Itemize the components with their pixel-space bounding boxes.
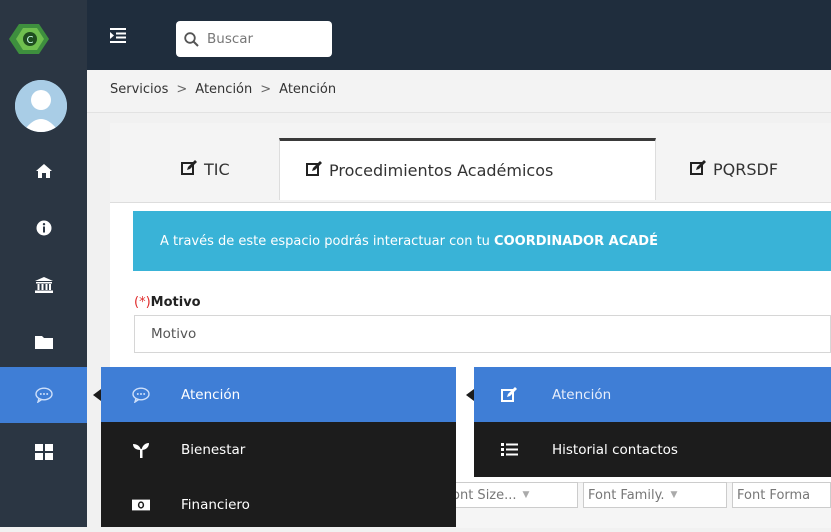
- alert-text: A través de este espacio podrás interact…: [160, 233, 495, 249]
- menu-item-label: Historial contactos: [552, 441, 678, 458]
- sidebar-item-folder[interactable]: [0, 313, 87, 370]
- sidebar-item-info[interactable]: [0, 199, 87, 256]
- dropdown-caret-icon: ▼: [522, 490, 530, 500]
- menu-toggle-icon[interactable]: [109, 26, 127, 44]
- edit-icon: [690, 160, 707, 179]
- folder-icon: [34, 335, 53, 349]
- sidebar-flyout-menu: Atención Bienestar Financiero: [93, 367, 456, 527]
- chat-icon: [132, 386, 150, 403]
- info-alert: A través de este espacio podrás interact…: [133, 211, 831, 271]
- breadcrumb-separator: >: [260, 82, 272, 97]
- sidebar-item-chat[interactable]: [0, 367, 87, 423]
- motivo-placeholder: Motivo: [151, 326, 197, 342]
- sprout-icon: [132, 442, 150, 458]
- motivo-field[interactable]: Motivo: [134, 315, 831, 353]
- edit-icon: [181, 160, 198, 179]
- list-icon: [500, 442, 518, 457]
- avatar[interactable]: [15, 80, 67, 132]
- info-icon: [36, 220, 52, 236]
- dropdown-caret-icon: ▼: [670, 490, 678, 500]
- money-icon: [132, 498, 150, 512]
- font-family-select[interactable]: Font Family. ▼: [583, 482, 727, 508]
- menu-item-label: Financiero: [181, 496, 250, 513]
- motivo-label: (*)Motivo: [134, 295, 201, 310]
- required-mark: (*): [134, 295, 151, 310]
- menu-item-atencion[interactable]: Atención: [101, 367, 456, 422]
- tab-tic[interactable]: TIC: [181, 138, 230, 201]
- flyout-arrow: [93, 389, 101, 401]
- menu-item-historial-contactos[interactable]: Historial contactos: [474, 422, 831, 477]
- chat-icon: [34, 387, 53, 403]
- search-icon: [184, 31, 199, 47]
- edit-icon: [306, 161, 323, 180]
- tab-label: PQRSDF: [713, 160, 779, 179]
- menu-item-bienestar[interactable]: Bienestar: [101, 422, 456, 477]
- tab-pqrsdf[interactable]: PQRSDF: [690, 138, 778, 201]
- sidebar-item-institution[interactable]: [0, 256, 87, 313]
- breadcrumb-item[interactable]: Servicios: [110, 82, 168, 97]
- sidebar: C: [0, 0, 87, 527]
- motivo-label-text: Motivo: [150, 295, 201, 310]
- edit-icon: [500, 387, 518, 402]
- svg-text:C: C: [27, 35, 34, 46]
- search-placeholder: Buscar: [207, 31, 254, 47]
- atencion-flyout-menu: Atención Historial contactos: [466, 367, 831, 477]
- menu-item-label: Bienestar: [181, 441, 246, 458]
- breadcrumb: Servicios > Atención > Atención: [110, 82, 336, 97]
- menu-item-financiero[interactable]: Financiero: [101, 477, 456, 532]
- breadcrumb-item: Atención: [279, 82, 337, 97]
- grid-icon: [34, 443, 53, 460]
- breadcrumb-item[interactable]: Atención: [195, 82, 252, 97]
- app-logo[interactable]: C: [9, 22, 51, 56]
- tab-label: TIC: [204, 160, 230, 179]
- font-size-select[interactable]: Font Size... ▼: [440, 482, 578, 508]
- font-format-select[interactable]: Font Forma: [732, 482, 831, 508]
- home-icon: [35, 163, 53, 179]
- institution-icon: [34, 276, 53, 293]
- font-family-label: Font Family.: [588, 487, 665, 503]
- font-format-label: Font Forma: [737, 487, 811, 503]
- breadcrumb-separator: >: [176, 82, 188, 97]
- tab-procedimientos-academicos[interactable]: Procedimientos Académicos: [279, 138, 656, 200]
- flyout-arrow: [466, 389, 474, 401]
- menu-item-atencion-sub[interactable]: Atención: [474, 367, 831, 422]
- alert-bold-text: COORDINADOR ACADÉ: [494, 233, 658, 249]
- menu-item-label: Atención: [552, 386, 612, 403]
- menu-item-label: Atención: [181, 386, 241, 403]
- search-input[interactable]: Buscar: [176, 21, 332, 57]
- sidebar-item-home[interactable]: [0, 142, 87, 199]
- tab-label: Procedimientos Académicos: [329, 161, 554, 180]
- sidebar-item-grid[interactable]: [0, 423, 87, 480]
